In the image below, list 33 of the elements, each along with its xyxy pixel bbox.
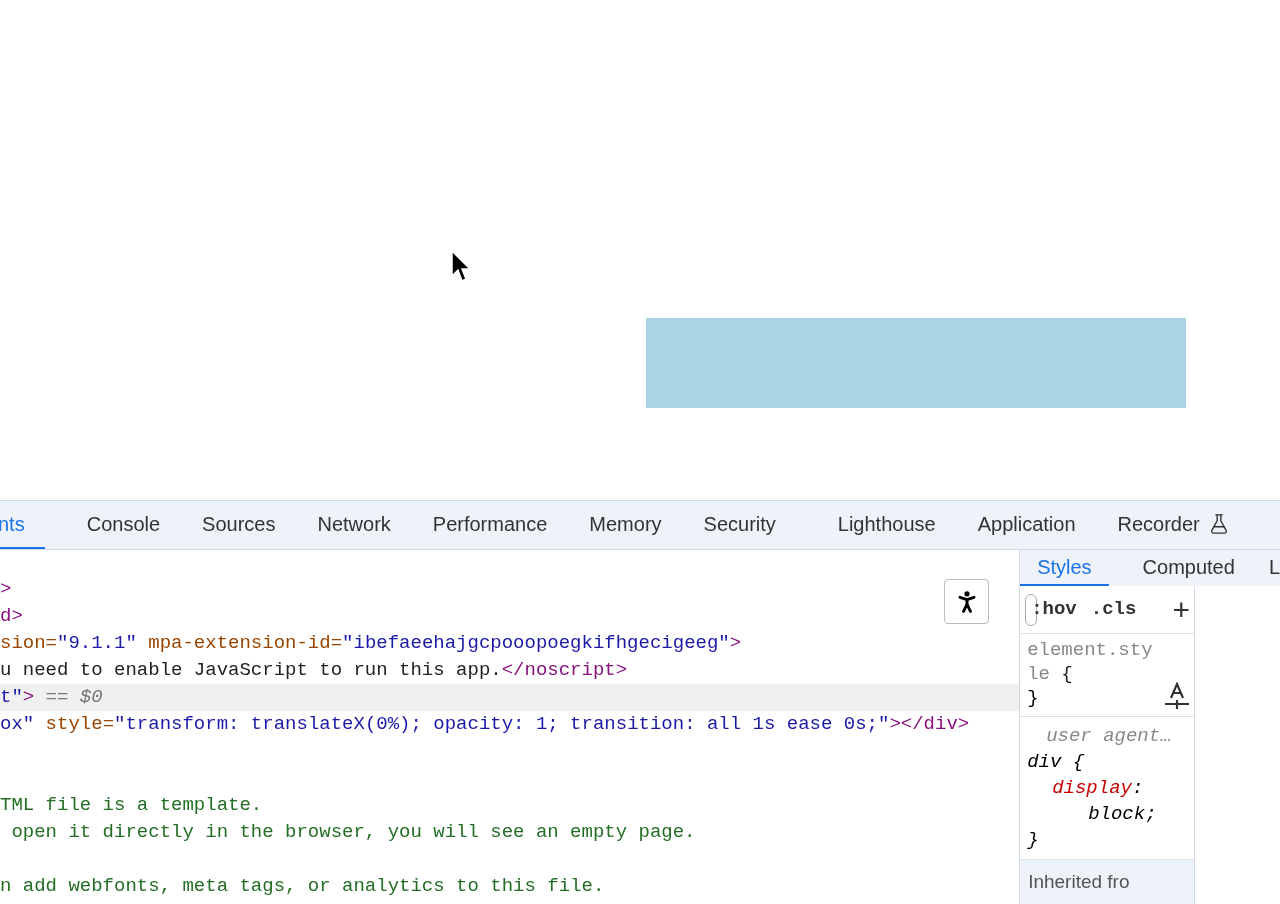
brace-text: } (1027, 828, 1039, 853)
accessibility-button[interactable] (944, 579, 989, 624)
filter-toggle[interactable]: .cls (1090, 595, 1137, 624)
filter-toggle[interactable]: :hov (1031, 595, 1077, 624)
code-line[interactable]: open it directly in the browser, you will see an empty page. (0, 819, 696, 846)
panel-tab[interactable]: Memory (589, 501, 662, 549)
new-rule-button[interactable]: + (1172, 594, 1191, 625)
sidebar-tab[interactable]: Styles (1020, 550, 1109, 586)
code-line[interactable]: ox" style="transform: translateX(0%); opacity: 1; transition: all 1s ease 0s;"></div> (0, 711, 970, 738)
panel-tab[interactable]: Console (86, 501, 161, 549)
panel-tab[interactable]: Sources (202, 501, 276, 549)
panel-tab[interactable]: Security (703, 501, 776, 549)
code-line[interactable]: u need to enable JavaScript to run this app.</noscript> (0, 657, 628, 684)
panel-tab[interactable]: nts (0, 501, 45, 549)
code-line[interactable]: > (0, 576, 12, 603)
rule-selector: div { (1027, 750, 1085, 775)
panel-tab[interactable]: Lighthouse (837, 501, 936, 549)
panel-tab[interactable]: Recorder (1117, 501, 1230, 549)
code-line[interactable]: TML file is a template. (0, 792, 263, 819)
code-line[interactable]: d> (0, 603, 23, 630)
inherited-header: Inherited fro (1020, 860, 1195, 904)
code-line[interactable]: n add webfonts, meta tags, or analytics to this file. (0, 873, 605, 900)
panel-tab[interactable]: Network (317, 501, 391, 549)
sidebar-tab[interactable]: L (1268, 550, 1280, 586)
sidebar-tab[interactable]: Computed (1142, 550, 1235, 586)
panel-tab[interactable]: Application (977, 501, 1076, 549)
brace-text: } (1027, 686, 1039, 710)
panel-tab[interactable]: Performance (432, 501, 548, 549)
font-editor-icon (1164, 682, 1191, 710)
rule-origin: user agent… (1045, 724, 1173, 749)
code-line[interactable]: sion="9.1.1" mpa-extension-id="ibefaeehajgcpooopoegkifhgecigeeg"> (0, 630, 742, 657)
css-declaration: display: block; (1051, 776, 1158, 827)
selector-text: element.style { (1027, 638, 1154, 686)
